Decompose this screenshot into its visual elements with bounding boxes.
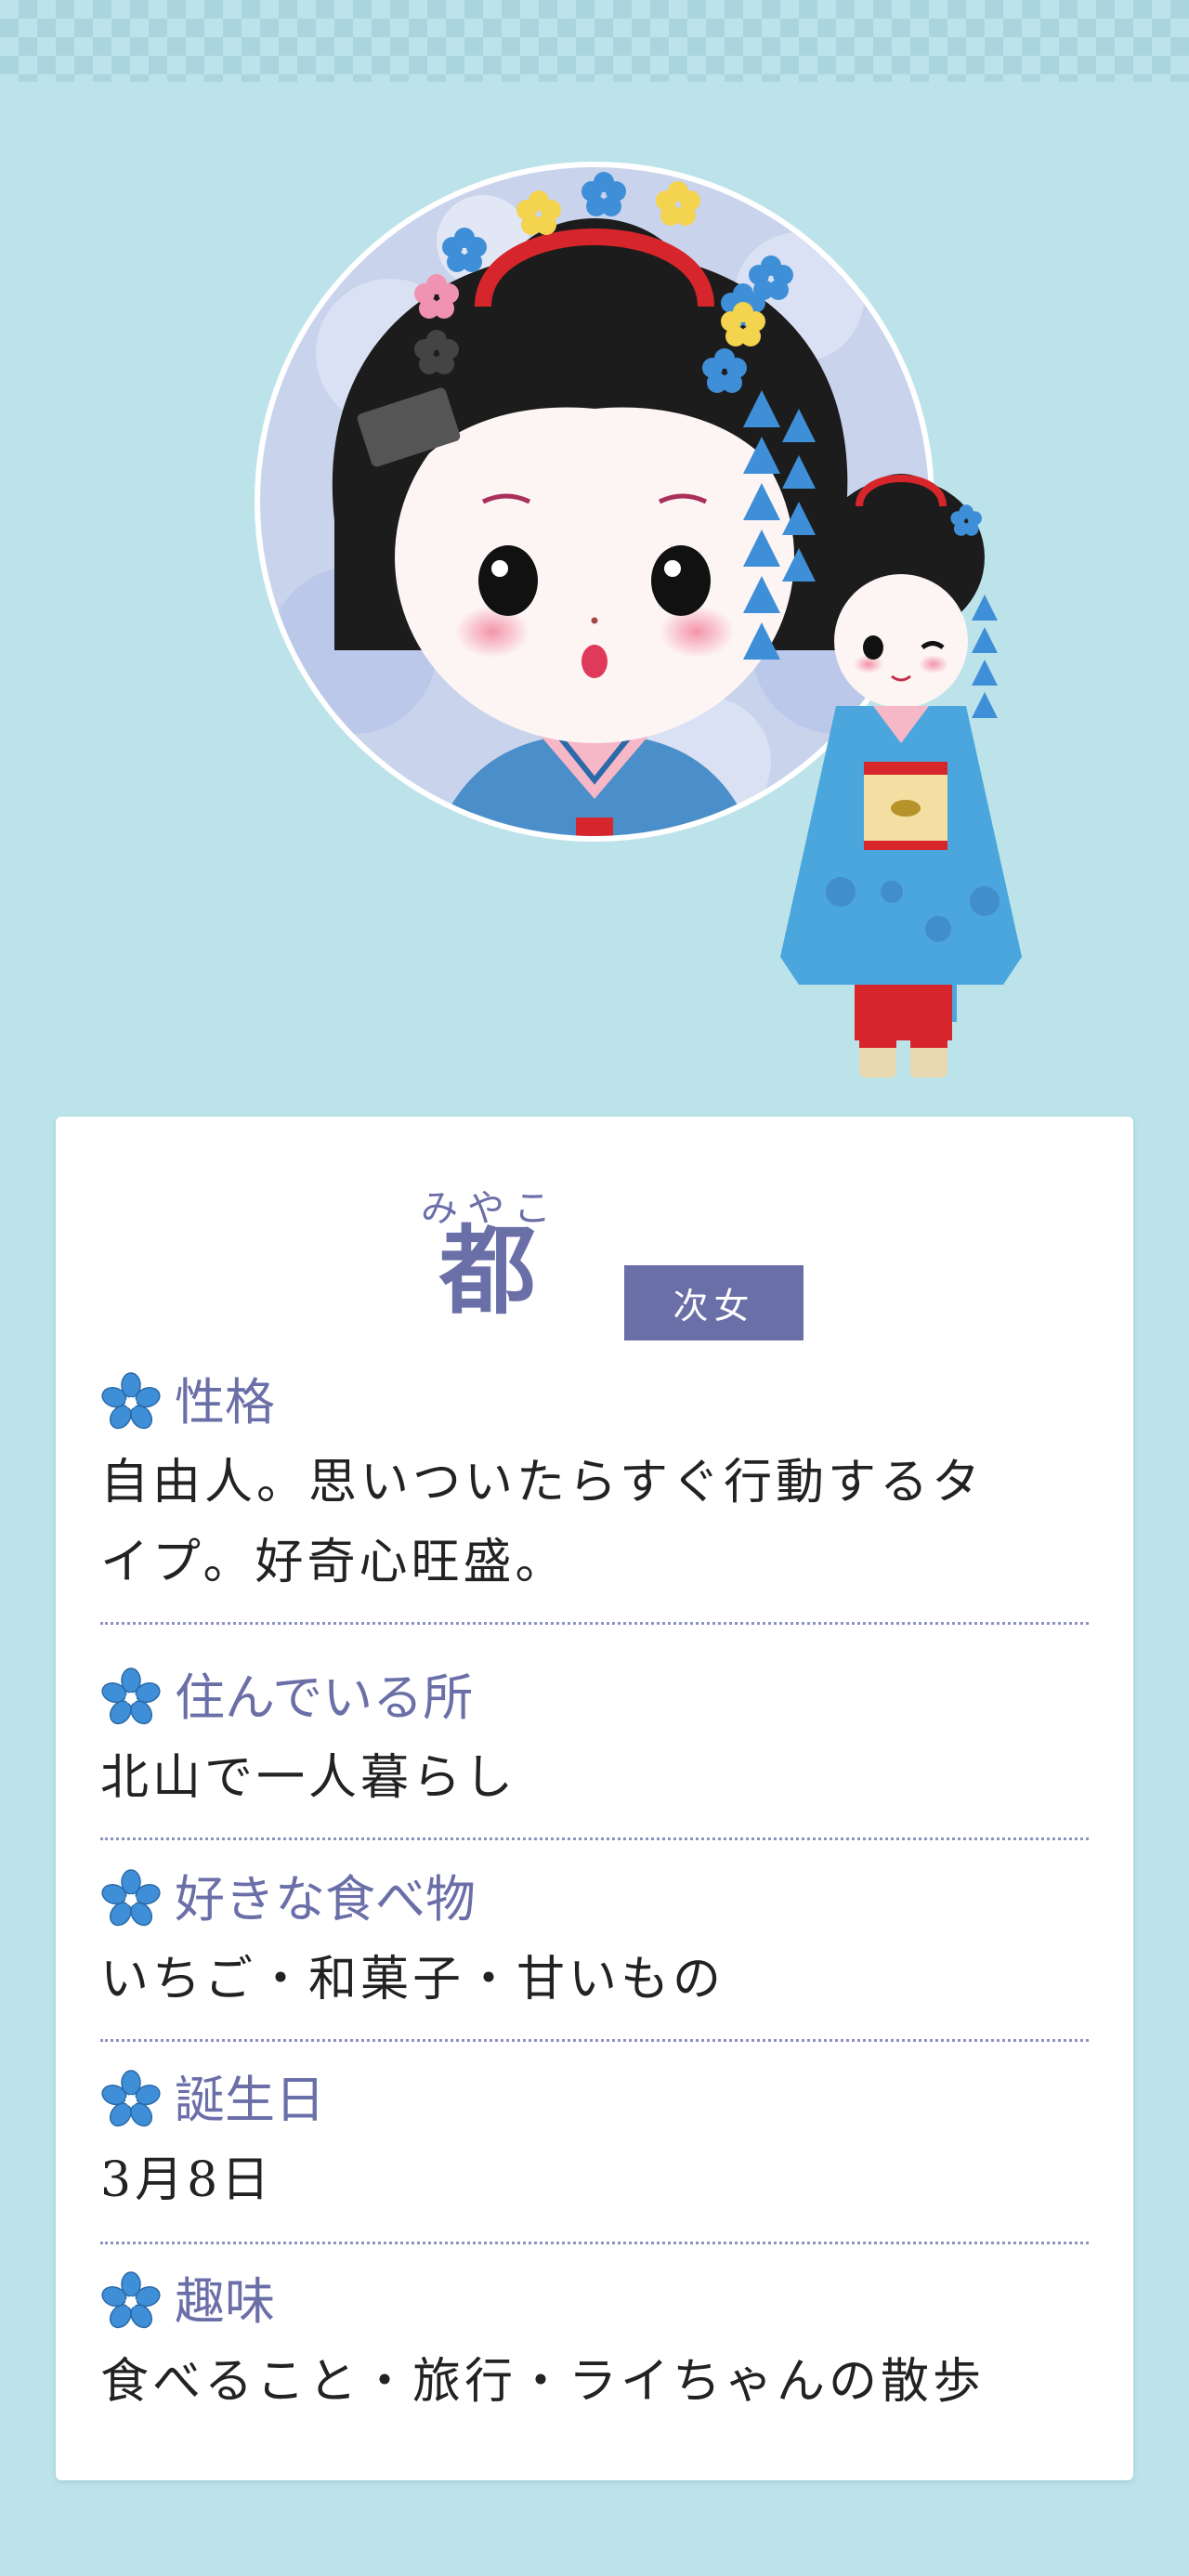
section-divider: [100, 1622, 1089, 1625]
personality-line: イプ。好奇心旺盛。: [100, 1535, 568, 1590]
flower-bullet-icon: [101, 2070, 161, 2127]
flower-bullet-icon: [101, 1667, 161, 1725]
section-hobby: 趣味 食べること・旅行・ライちゃんの散歩: [100, 2269, 1089, 2422]
section-birthday: 誕生日 3月8日: [100, 2068, 1089, 2220]
residence-value: 北山で一人暮らし: [100, 1750, 517, 1806]
hero-illustration: [255, 162, 1022, 1078]
character-name: 都: [438, 1213, 536, 1327]
hobby-value: 食べること・旅行・ライちゃんの散歩: [100, 2354, 986, 2410]
flower-bullet-icon: [101, 2271, 161, 2329]
favorite-food-value: いちご・和菓子・甘いもの: [100, 1952, 725, 2007]
section-divider: [100, 2039, 1089, 2042]
role-badge: 次女: [624, 1265, 804, 1340]
flower-bullet-icon: [101, 1869, 161, 1927]
section-personality: 性格 自由人。思いついたらすぐ行動するタ イプ。好奇心旺盛。: [100, 1370, 1089, 1602]
hobby-label: 趣味: [175, 2272, 275, 2331]
section-divider: [100, 2242, 1089, 2244]
birthday-label: 誕生日: [175, 2071, 325, 2129]
section-divider: [100, 1837, 1089, 1840]
personality-text: 自由人。思いついたらすぐ行動するタ イプ。好奇心旺盛。: [100, 1443, 1089, 1602]
section-favorite-food: 好きな食べ物 いちご・和菓子・甘いもの: [100, 1867, 1089, 2020]
birthday-value: 3月8日: [100, 2152, 274, 2208]
favorite-food-label: 好きな食べ物: [175, 1870, 476, 1929]
personality-label: 性格: [175, 1373, 275, 1432]
residence-label: 住んでいる所: [175, 1668, 474, 1727]
personality-line: 自由人。思いついたらすぐ行動するタ: [100, 1455, 984, 1510]
section-residence: 住んでいる所 北山で一人暮らし: [100, 1666, 1089, 1818]
flower-bullet-icon: [101, 1372, 161, 1430]
